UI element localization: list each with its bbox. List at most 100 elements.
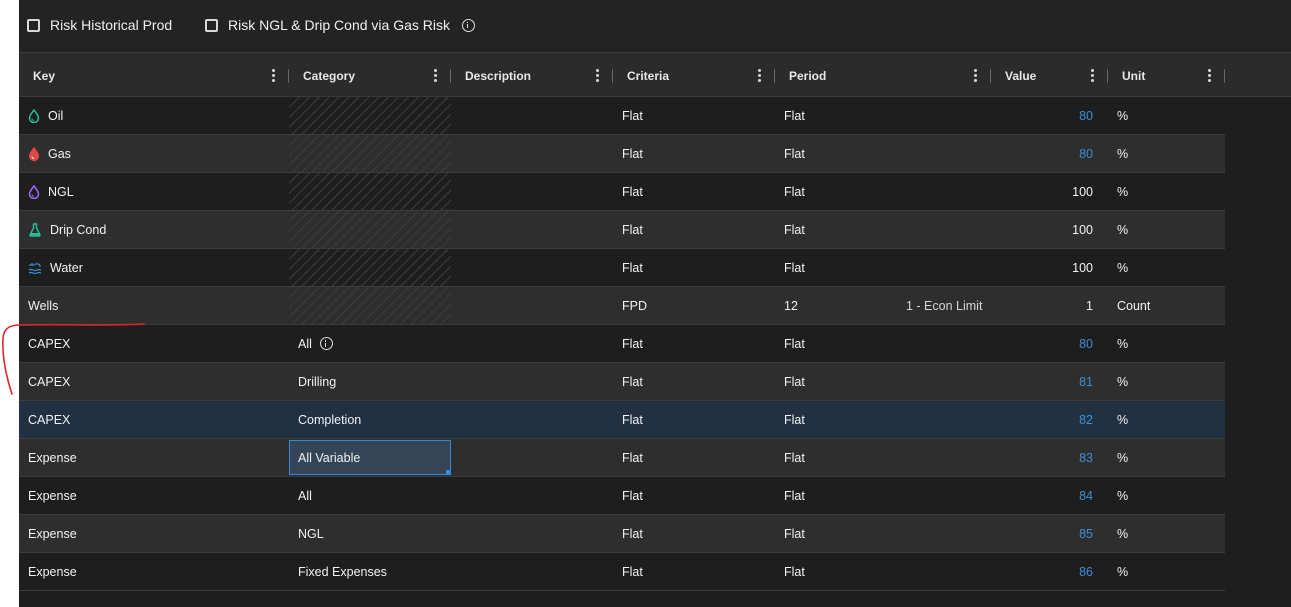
- criteria-cell[interactable]: Flat: [613, 97, 775, 134]
- table-row[interactable]: Drip Cond Flat Flat 100 %: [19, 211, 1225, 249]
- key-cell[interactable]: CAPEX: [19, 401, 289, 438]
- value-cell[interactable]: 83: [991, 439, 1099, 476]
- column-menu-icon[interactable]: [272, 69, 275, 82]
- unit-cell[interactable]: %: [1108, 439, 1223, 476]
- column-header-value[interactable]: Value: [991, 53, 1108, 98]
- table-row[interactable]: CAPEX All Flat Flat 80 %: [19, 325, 1225, 363]
- column-header-period[interactable]: Period: [775, 53, 991, 98]
- period-end-cell[interactable]: 1 - Econ Limit: [895, 287, 995, 324]
- criteria-cell[interactable]: Flat: [613, 325, 775, 362]
- key-cell[interactable]: Wells: [19, 287, 289, 324]
- unit-cell[interactable]: Count: [1108, 287, 1223, 324]
- value-cell[interactable]: 100: [991, 211, 1099, 248]
- criteria-cell[interactable]: Flat: [613, 401, 775, 438]
- key-cell[interactable]: Gas: [19, 135, 289, 172]
- column-menu-icon[interactable]: [434, 69, 437, 82]
- value-cell[interactable]: 1: [991, 287, 1099, 324]
- column-header-description[interactable]: Description: [451, 53, 613, 98]
- key-cell[interactable]: Expense: [19, 477, 289, 514]
- key-cell[interactable]: Water: [19, 249, 289, 286]
- column-menu-icon[interactable]: [974, 69, 977, 82]
- key-cell[interactable]: Expense: [19, 439, 289, 476]
- column-menu-icon[interactable]: [1208, 69, 1211, 82]
- unit-cell[interactable]: %: [1108, 211, 1223, 248]
- period-cell[interactable]: Flat: [775, 363, 895, 400]
- table-row[interactable]: Expense All Flat Flat 84 %: [19, 477, 1225, 515]
- period-cell[interactable]: Flat: [775, 249, 895, 286]
- value-cell[interactable]: 82: [991, 401, 1099, 438]
- value-cell[interactable]: 86: [991, 553, 1099, 590]
- column-resize-handle[interactable]: [1224, 69, 1225, 83]
- value-cell[interactable]: 85: [991, 515, 1099, 552]
- table-row[interactable]: CAPEX Drilling Flat Flat 81 %: [19, 363, 1225, 401]
- column-header-unit[interactable]: Unit: [1108, 53, 1225, 98]
- period-cell[interactable]: Flat: [775, 173, 895, 210]
- criteria-cell[interactable]: Flat: [613, 173, 775, 210]
- period-cell[interactable]: Flat: [775, 553, 895, 590]
- key-cell[interactable]: Expense: [19, 553, 289, 590]
- criteria-cell[interactable]: Flat: [613, 211, 775, 248]
- unit-cell[interactable]: %: [1108, 135, 1223, 172]
- criteria-cell[interactable]: Flat: [613, 515, 775, 552]
- column-header-criteria[interactable]: Criteria: [613, 53, 775, 98]
- category-cell[interactable]: Drilling: [289, 363, 451, 400]
- period-cell[interactable]: 12: [775, 287, 895, 324]
- period-cell[interactable]: Flat: [775, 211, 895, 248]
- key-cell[interactable]: Drip Cond: [19, 211, 289, 248]
- criteria-cell[interactable]: Flat: [613, 363, 775, 400]
- value-cell[interactable]: 80: [991, 135, 1099, 172]
- column-header-key[interactable]: Key: [19, 53, 289, 98]
- period-cell[interactable]: Flat: [775, 515, 895, 552]
- unit-cell[interactable]: %: [1108, 97, 1223, 134]
- table-row[interactable]: Gas Flat Flat 80 %: [19, 135, 1225, 173]
- period-cell[interactable]: Flat: [775, 401, 895, 438]
- risk-historical-prod-checkbox[interactable]: [27, 18, 40, 32]
- category-cell[interactable]: NGL: [289, 515, 451, 552]
- period-cell[interactable]: Flat: [775, 439, 895, 476]
- key-cell[interactable]: Oil: [19, 97, 289, 134]
- key-cell[interactable]: CAPEX: [19, 325, 289, 362]
- table-row[interactable]: Wells FPD 12 1 - Econ Limit 1 Count: [19, 287, 1225, 325]
- risk-ngl-drip-checkbox[interactable]: [205, 18, 218, 32]
- key-cell[interactable]: NGL: [19, 173, 289, 210]
- criteria-cell[interactable]: Flat: [613, 477, 775, 514]
- info-icon[interactable]: [461, 18, 475, 32]
- value-cell[interactable]: 100: [991, 249, 1099, 286]
- unit-cell[interactable]: %: [1108, 553, 1223, 590]
- unit-cell[interactable]: %: [1108, 363, 1223, 400]
- column-header-category[interactable]: Category: [289, 53, 451, 98]
- unit-cell[interactable]: %: [1108, 401, 1223, 438]
- criteria-cell[interactable]: Flat: [613, 553, 775, 590]
- unit-cell[interactable]: %: [1108, 249, 1223, 286]
- risk-historical-prod-option[interactable]: Risk Historical Prod: [27, 17, 172, 33]
- period-cell[interactable]: Flat: [775, 135, 895, 172]
- unit-cell[interactable]: %: [1108, 325, 1223, 362]
- table-row[interactable]: Oil Flat Flat 80 %: [19, 97, 1225, 135]
- category-cell[interactable]: All: [289, 477, 451, 514]
- value-cell[interactable]: 100: [991, 173, 1099, 210]
- key-cell[interactable]: CAPEX: [19, 363, 289, 400]
- period-cell[interactable]: Flat: [775, 97, 895, 134]
- period-cell[interactable]: Flat: [775, 325, 895, 362]
- value-cell[interactable]: 81: [991, 363, 1099, 400]
- category-cell-active[interactable]: All Variable: [289, 439, 451, 476]
- table-row[interactable]: Expense Fixed Expenses Flat Flat 86 %: [19, 553, 1225, 591]
- unit-cell[interactable]: %: [1108, 477, 1223, 514]
- table-row[interactable]: Expense NGL Flat Flat 85 %: [19, 515, 1225, 553]
- risk-ngl-drip-option[interactable]: Risk NGL & Drip Cond via Gas Risk: [205, 17, 475, 33]
- table-row[interactable]: Expense All Variable Flat Flat 83 %: [19, 439, 1225, 477]
- unit-cell[interactable]: %: [1108, 173, 1223, 210]
- key-cell[interactable]: Expense: [19, 515, 289, 552]
- criteria-cell[interactable]: Flat: [613, 439, 775, 476]
- table-row[interactable]: NGL Flat Flat 100 %: [19, 173, 1225, 211]
- unit-cell[interactable]: %: [1108, 515, 1223, 552]
- column-menu-icon[interactable]: [758, 69, 761, 82]
- column-menu-icon[interactable]: [596, 69, 599, 82]
- criteria-cell[interactable]: Flat: [613, 249, 775, 286]
- period-cell[interactable]: Flat: [775, 477, 895, 514]
- info-icon[interactable]: [319, 337, 333, 350]
- value-cell[interactable]: 84: [991, 477, 1099, 514]
- criteria-cell[interactable]: Flat: [613, 135, 775, 172]
- value-cell[interactable]: 80: [991, 325, 1099, 362]
- table-row[interactable]: Water Flat Flat 100 %: [19, 249, 1225, 287]
